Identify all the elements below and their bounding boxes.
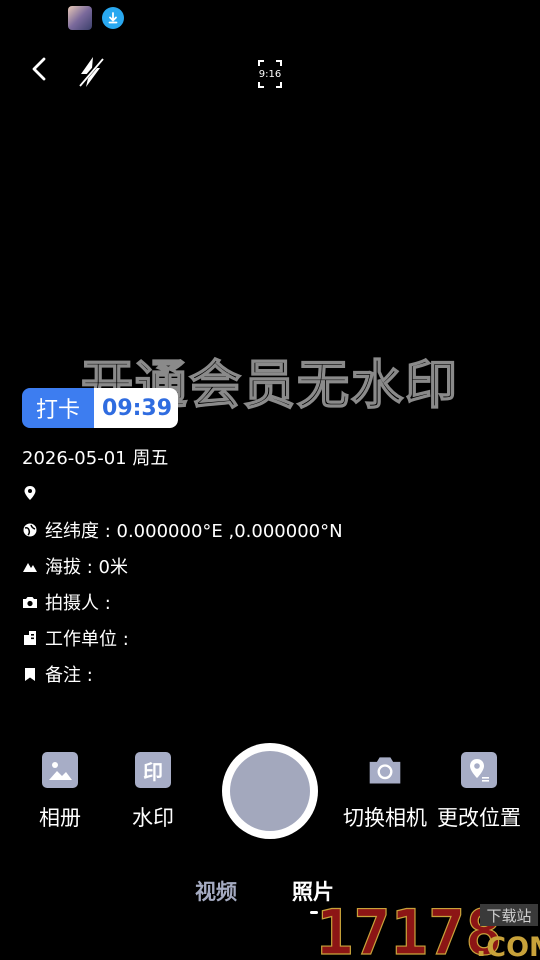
aspect-ratio-button[interactable]: 9:16 [254,58,286,90]
watermark-icon-glyph: 印 [143,759,163,784]
work-unit-text: 工作单位 : [45,629,129,650]
location-edit-icon [461,752,497,788]
change-location-label: 更改位置 [437,806,521,830]
switch-camera-label: 切换相机 [343,806,427,830]
bookmark-icon [22,666,38,682]
punch-label: 打卡 [22,388,95,428]
coordinates-text: 经纬度 : 0.000000°E ,0.000000°N [45,521,343,542]
globe-icon [22,522,38,538]
photographer-text: 拍摄人 : [45,593,111,614]
album-label: 相册 [39,806,81,830]
aspect-ratio-label: 9:16 [258,68,282,80]
shutter-inner [230,751,310,831]
altitude-text: 海拔 : 0米 [45,557,128,578]
logo-number: 17178 [316,896,503,960]
camera-switch-icon [367,752,403,788]
coordinates-line: 经纬度 : 0.000000°E ,0.000000°N [22,517,343,543]
watermark-button[interactable]: 印 水印 [113,752,193,832]
camera-small-icon [22,594,38,610]
remark-line: 备注 : [22,661,93,687]
status-avatar-icon [68,6,92,30]
punch-time: 09:39 [94,388,179,428]
mountain-icon [22,558,38,574]
building-icon [22,630,38,646]
location-pin-icon [22,485,38,501]
altitude-line: 海拔 : 0米 [22,553,128,579]
tab-video[interactable]: 视频 [195,876,237,906]
chevron-left-icon [32,57,46,81]
change-location-button[interactable]: 更改位置 [437,752,521,832]
watermark-label: 水印 [132,806,174,830]
photographer-line: 拍摄人 : [22,589,111,615]
switch-camera-button[interactable]: 切换相机 [343,752,427,832]
date-line: 2026-05-01 周五 [22,444,168,470]
work-unit-line: 工作单位 : [22,625,129,651]
remark-text: 备注 : [45,665,93,686]
download-icon [102,7,124,29]
shutter-button[interactable] [222,743,318,839]
logo-tag: 下载站 [486,907,531,925]
site-logo: 17178 下载站 .COM [316,896,540,960]
image-icon [42,752,78,788]
location-line [22,480,45,506]
flash-off-icon [77,56,105,88]
back-button[interactable] [24,54,54,84]
flash-off-button[interactable] [74,54,108,90]
logo-domain: .COM [476,932,540,960]
date-text: 2026-05-01 周五 [22,448,169,469]
album-button[interactable]: 相册 [20,752,100,832]
punch-card-badge[interactable]: 打卡 09:39 [22,388,179,428]
watermark-stamp-icon: 印 [135,752,171,788]
